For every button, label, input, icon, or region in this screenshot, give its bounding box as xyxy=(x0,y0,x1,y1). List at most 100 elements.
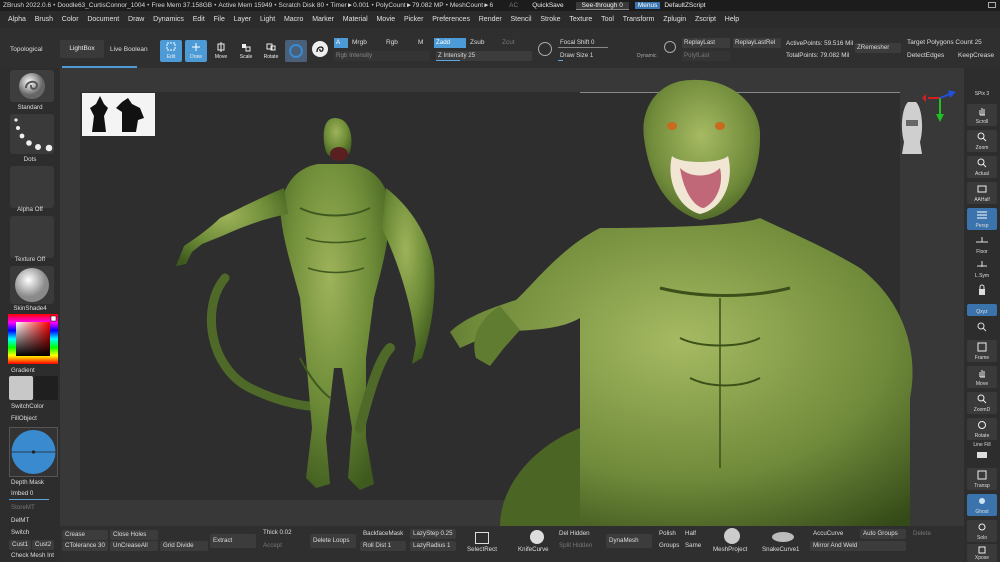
zcut-button[interactable]: Zcut xyxy=(502,39,515,46)
rgb-button[interactable]: Rgb xyxy=(386,39,398,46)
roll-dist-slider[interactable]: Roll Dist 1 xyxy=(360,541,406,551)
menu-zplugin[interactable]: Zplugin xyxy=(663,16,686,23)
alpha-thumbnail[interactable] xyxy=(10,166,54,208)
replaylast-button[interactable]: ReplayLast xyxy=(682,38,730,48)
delete-button[interactable]: Delete xyxy=(910,529,946,539)
menu-picker[interactable]: Picker xyxy=(404,16,423,23)
scale-button[interactable]: Scale xyxy=(235,40,257,62)
switch-button[interactable]: Switch xyxy=(0,529,60,536)
polish-button[interactable]: Polish xyxy=(656,529,682,539)
persp-button[interactable]: Persp xyxy=(967,208,997,230)
lsym-button[interactable]: L.Sym xyxy=(967,258,997,280)
del-mt-button[interactable]: DelMT xyxy=(0,517,60,524)
a-button[interactable]: A xyxy=(334,38,348,48)
detect-edges-button[interactable]: DetectEdges xyxy=(907,52,944,59)
zoom-button[interactable]: Zoom xyxy=(967,130,997,152)
crease-button[interactable]: Crease xyxy=(62,530,108,540)
accu-curve-button[interactable]: AccuCurve xyxy=(810,529,856,539)
line-fill-button[interactable]: Line Fill xyxy=(967,442,997,464)
select-rect-icon[interactable] xyxy=(475,532,489,544)
store-mt-button[interactable]: StoreMT xyxy=(0,504,60,511)
stroke-thumbnail[interactable] xyxy=(10,114,54,154)
lock-button[interactable] xyxy=(967,282,997,304)
topological-button[interactable]: Topological xyxy=(10,46,43,53)
lazy-radius-slider[interactable]: LazyRadius 1 xyxy=(410,541,456,551)
material-thumbnail[interactable] xyxy=(10,266,54,304)
delete-loops-button[interactable]: Delete Loops xyxy=(310,534,356,548)
reference-thumbnail[interactable] xyxy=(82,93,155,136)
cust1-button[interactable]: Cust1 xyxy=(9,540,31,550)
del-hidden-button[interactable]: Del Hidden xyxy=(556,529,602,539)
target-polygons-slider[interactable]: Target Polygons Count 25 xyxy=(907,39,982,46)
sculptris-icon[interactable] xyxy=(312,41,328,57)
replaylastrel-button[interactable]: ReplayLastRel xyxy=(733,38,781,48)
backface-mask-button[interactable]: BackfaceMask xyxy=(360,529,406,539)
main-color-swatch[interactable] xyxy=(9,376,33,400)
uncrease-all-button[interactable]: UnCreaseAll xyxy=(110,541,158,551)
extract-button[interactable]: Extract xyxy=(210,534,256,548)
fill-object-button[interactable]: FillObject xyxy=(0,415,60,422)
select-rect-button[interactable]: SelectRect xyxy=(464,545,508,555)
menu-layer[interactable]: Layer xyxy=(234,16,252,23)
frame-button[interactable]: Frame xyxy=(967,340,997,362)
menu-document[interactable]: Document xyxy=(87,16,119,23)
menu-draw[interactable]: Draw xyxy=(128,16,144,23)
axis-indicator-icon[interactable] xyxy=(922,90,956,122)
draw-button[interactable]: Draw xyxy=(185,40,207,62)
depth-mask-curve[interactable] xyxy=(9,427,58,477)
draw-size-slider[interactable]: Draw Size 1 xyxy=(558,51,634,61)
snake-curve-icon[interactable] xyxy=(772,532,794,542)
dynamic-toggle[interactable]: Dynamic xyxy=(637,53,656,59)
accept-button[interactable]: Accept xyxy=(260,541,306,551)
polyf-last-button[interactable]: PolyfLast xyxy=(682,51,730,61)
gizmo-button[interactable] xyxy=(285,40,307,62)
menu-transform[interactable]: Transform xyxy=(623,16,655,23)
mesh-project-button[interactable]: MeshProject xyxy=(710,545,758,555)
switch-color-button[interactable]: SwitchColor xyxy=(0,403,60,410)
live-boolean-button[interactable]: Live Boolean xyxy=(110,46,148,53)
viewport-canvas[interactable] xyxy=(60,68,964,526)
menu-zscript[interactable]: Zscript xyxy=(695,16,716,23)
replay-icon[interactable] xyxy=(664,41,676,53)
menu-render[interactable]: Render xyxy=(479,16,502,23)
keep-creases-button[interactable]: KeepCrease xyxy=(958,52,994,59)
rotate-button[interactable]: Rotate xyxy=(260,40,282,62)
focal-shift-icon[interactable] xyxy=(538,42,552,56)
zremesher-button[interactable]: ZRemesher xyxy=(855,43,901,53)
menu-stroke[interactable]: Stroke xyxy=(540,16,560,23)
aahalf-button[interactable]: AAHalf xyxy=(967,182,997,204)
half-button[interactable]: Half xyxy=(682,529,706,539)
knife-curve-icon[interactable] xyxy=(530,530,544,544)
mirror-weld-button[interactable]: Mirror And Weld xyxy=(810,541,906,551)
menu-color[interactable]: Color xyxy=(62,16,79,23)
zsub-button[interactable]: Zsub xyxy=(470,39,484,46)
rotate-view-button[interactable]: Rotate xyxy=(967,418,997,440)
scroll-button[interactable]: Scroll xyxy=(967,104,997,126)
zoomd-button[interactable]: ZoomD xyxy=(967,392,997,414)
menus-toggle[interactable]: Menus xyxy=(634,2,661,9)
menu-dynamics[interactable]: Dynamics xyxy=(153,16,184,23)
sym-search-button[interactable] xyxy=(967,320,997,334)
thick-slider[interactable]: Thick 0.02 xyxy=(260,528,306,538)
spix-slider[interactable]: SPix 3 xyxy=(967,86,997,98)
window-toggle-icon[interactable] xyxy=(988,2,996,8)
imbed-slider[interactable]: Imbed 0 xyxy=(0,490,60,497)
menu-stencil[interactable]: Stencil xyxy=(511,16,532,23)
menu-movie[interactable]: Movie xyxy=(376,16,395,23)
orientation-head-icon[interactable] xyxy=(901,102,923,154)
menu-alpha[interactable]: Alpha xyxy=(8,16,26,23)
m-button[interactable]: M xyxy=(418,39,423,46)
menu-brush[interactable]: Brush xyxy=(35,16,53,23)
split-hidden-button[interactable]: Split Hidden xyxy=(556,541,602,551)
menu-marker[interactable]: Marker xyxy=(312,16,334,23)
close-holes-button[interactable]: Close Holes xyxy=(110,530,158,540)
menu-tool[interactable]: Tool xyxy=(601,16,614,23)
transp-button[interactable]: Transp xyxy=(967,468,997,490)
auto-groups-button[interactable]: Auto Groups xyxy=(860,529,906,539)
dynamesh-button[interactable]: DynaMesh xyxy=(606,534,652,548)
lazy-step-slider[interactable]: LazyStep 0.25 xyxy=(410,529,456,539)
mesh-project-icon[interactable] xyxy=(724,528,740,544)
default-zscript-button[interactable]: DefaultZScript xyxy=(664,2,705,9)
move-button[interactable]: Move xyxy=(210,40,232,62)
zadd-button[interactable]: Zadd xyxy=(434,38,466,48)
